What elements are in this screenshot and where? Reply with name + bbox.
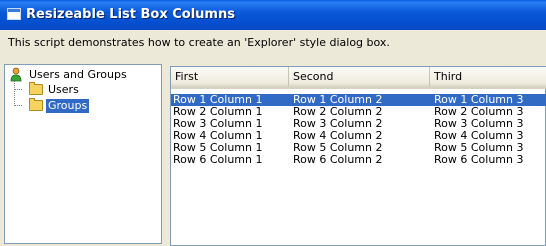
tree-item-groups[interactable]: Groups bbox=[29, 98, 139, 114]
tree-item-label: Users bbox=[48, 83, 79, 96]
folder-icon bbox=[29, 98, 43, 111]
tree-connector bbox=[14, 105, 22, 106]
window-icon bbox=[7, 8, 21, 20]
tree-connector bbox=[14, 89, 22, 90]
list-view[interactable]: First Second Third Row 1 Column 1 Row 1 … bbox=[170, 66, 546, 246]
list-header: First Second Third bbox=[171, 67, 546, 89]
column-header-second[interactable]: Second bbox=[289, 67, 430, 87]
tree-item-label: Groups bbox=[46, 99, 90, 113]
tree-item-users[interactable]: Users bbox=[29, 82, 139, 98]
tree-item-label: Users and Groups bbox=[29, 68, 127, 81]
description-text: This script demonstrates how to create a… bbox=[8, 36, 390, 49]
column-header-first[interactable]: First bbox=[171, 67, 289, 87]
table-cell: Row 6 Column 2 bbox=[293, 153, 383, 166]
table-cell: Row 6 Column 3 bbox=[434, 153, 524, 166]
users-group-icon bbox=[10, 67, 22, 82]
window-title: Resizeable List Box Columns bbox=[26, 7, 235, 22]
title-bar[interactable]: Resizeable List Box Columns bbox=[0, 0, 546, 30]
table-cell: Row 6 Column 1 bbox=[173, 153, 263, 166]
table-row[interactable]: Row 6 Column 1 Row 6 Column 2 Row 6 Colu… bbox=[171, 154, 546, 166]
tree-view[interactable]: Users and Groups Users Groups bbox=[4, 64, 162, 244]
tree-item-users-and-groups[interactable]: Users and Groups bbox=[9, 67, 149, 83]
tree-connector bbox=[14, 81, 15, 106]
column-header-third[interactable]: Third bbox=[430, 67, 546, 87]
folder-icon bbox=[29, 82, 43, 95]
